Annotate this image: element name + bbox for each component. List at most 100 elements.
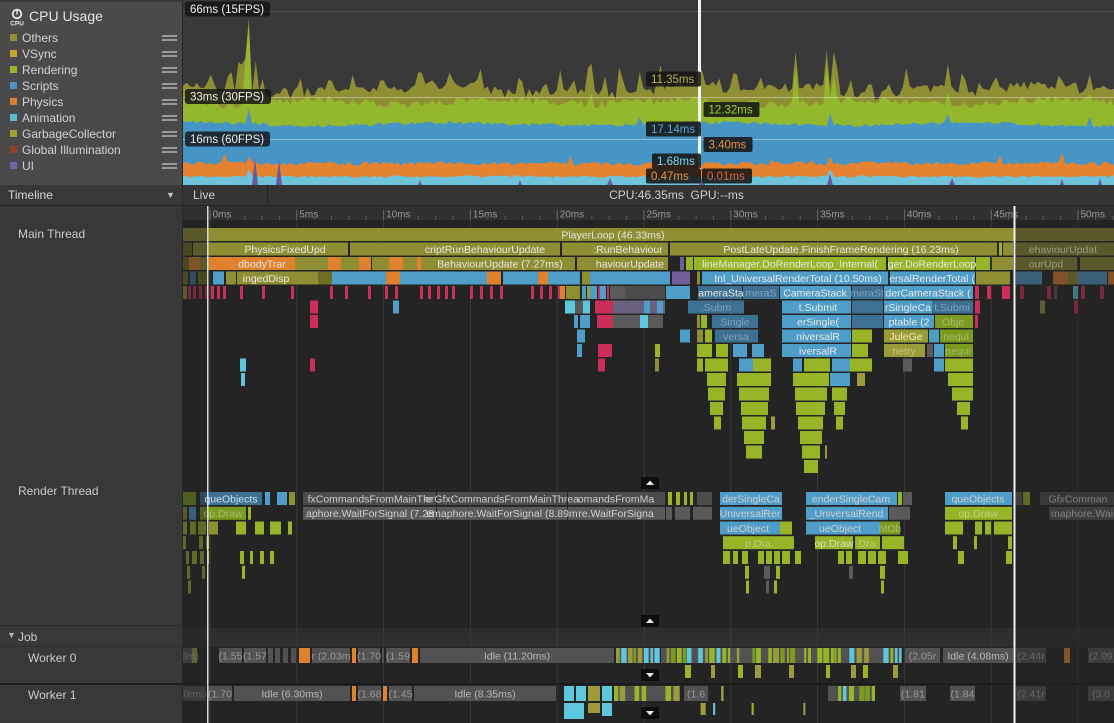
svg-text:queObjects: queObjects [204, 494, 257, 506]
svg-text:Idle (11.20ms): Idle (11.20ms) [484, 651, 550, 663]
svg-text:(1.84: (1.84 [951, 689, 975, 701]
svg-text:nequi: nequi [943, 331, 969, 343]
svg-text:ueObject: ueObject [819, 523, 861, 535]
svg-text:erGfxCommandsFromMainThrea: erGfxCommandsFromMainThrea [425, 494, 579, 506]
svg-text:ameraSta: ameraSta [698, 288, 744, 300]
svg-text:emaphore.WaitForSignal (8.89m: emaphore.WaitForSignal (8.89m [426, 508, 578, 520]
svg-text:meraS: meraS [746, 288, 777, 300]
svg-text:Inl_UniversalRenderTotal (10.5: Inl_UniversalRenderTotal (10.50ms) [714, 273, 882, 285]
svg-text:omandsFromMa: omandsFromMa [578, 494, 655, 506]
svg-text:(2.41r: (2.41r [1017, 689, 1045, 701]
svg-text:ourUpd: ourUpd [1029, 259, 1064, 271]
svg-text:queObjects: queObjects [951, 494, 1004, 506]
svg-text:meraSt: meraSt [850, 288, 884, 300]
svg-text:lineManager.DoRenderLoop_Inter: lineManager.DoRenderLoop_Internal( [702, 259, 878, 271]
svg-text:versa: versa [723, 331, 749, 343]
svg-text:Idle (6.30ms): Idle (6.30ms) [261, 689, 322, 701]
svg-text:12.32ms: 12.32ms [709, 105, 753, 117]
svg-text:16ms (60FPS): 16ms (60FPS) [190, 134, 264, 146]
svg-text:.Subm: .Subm [701, 302, 732, 314]
svg-text:(1.68: (1.68 [358, 689, 382, 701]
svg-text:CPU: CPU [10, 21, 24, 28]
svg-text:1.68ms: 1.68ms [657, 156, 695, 168]
svg-text:criptRunBehaviourUpdate: criptRunBehaviourUpdate [425, 244, 545, 256]
svg-text:66ms (15FPS): 66ms (15FPS) [190, 4, 264, 16]
svg-text:25ms: 25ms [647, 210, 671, 221]
svg-text:0ms: 0ms [213, 210, 232, 221]
svg-text:11.35ms: 11.35ms [651, 74, 695, 86]
svg-text:Single: Single [720, 317, 749, 329]
svg-text:(2.05r: (2.05r [909, 651, 937, 663]
svg-text:33ms (30FPS): 33ms (30FPS) [190, 92, 264, 104]
svg-text:BehaviourUpdate (7.27ms): BehaviourUpdate (7.27ms) [437, 259, 562, 271]
svg-text:Idle (4.08ms): Idle (4.08ms) [947, 651, 1008, 663]
svg-text:UniversalRer: UniversalRer [720, 508, 781, 520]
svg-text:17.14ms: 17.14ms [651, 124, 695, 136]
svg-text:ehaviourUpdat: ehaviourUpdat [1029, 244, 1097, 256]
svg-text:30ms: 30ms [733, 210, 757, 221]
svg-text:nequi: nequi [945, 346, 971, 358]
svg-text:Idle (8.35ms): Idle (8.35ms) [454, 689, 515, 701]
svg-text:(1.45: (1.45 [389, 689, 413, 701]
svg-text:ersalRenderTotal (: ersalRenderTotal ( [889, 273, 975, 285]
svg-text:r (2.03m: r (2.03m [311, 651, 350, 663]
svg-text:op.Draw: op.Draw [958, 508, 998, 520]
svg-text:PlayerLoop (46.33ms): PlayerLoop (46.33ms) [561, 230, 664, 242]
svg-text:(1.6: (1.6 [687, 689, 705, 701]
svg-text:rSingleCa: rSingleCa [885, 302, 931, 314]
svg-text:aphore.WaitForSignal (7.28: aphore.WaitForSignal (7.28 [306, 508, 434, 520]
svg-text:0.47ms: 0.47ms [651, 171, 689, 183]
svg-text:50ms: 50ms [1081, 210, 1105, 221]
svg-text:(1.70: (1.70 [208, 689, 232, 701]
svg-text:(2.44r: (2.44r [1017, 651, 1045, 663]
svg-text:(2.09: (2.09 [1089, 651, 1113, 663]
svg-text:dbodyTrar: dbodyTrar [238, 259, 286, 271]
svg-text:(1.59: (1.59 [386, 651, 410, 663]
svg-text:netry: netry [892, 346, 916, 358]
svg-text:op.Draw: op.Draw [814, 538, 854, 550]
svg-text:JuleGe: JuleGe [889, 331, 922, 343]
svg-text:(1.70: (1.70 [357, 651, 381, 663]
svg-text:(3.0: (3.0 [1092, 689, 1110, 701]
svg-text:Dra: Dra [859, 538, 876, 550]
svg-text:ger.DoRenderLoop: ger.DoRenderLoop [888, 259, 977, 271]
svg-text:haviourUpdate: haviourUpdate [596, 259, 664, 271]
svg-text:ntOb: ntOb [879, 523, 902, 535]
svg-text:Obje: Obje [942, 317, 964, 329]
svg-text:maphore.Wai: maphore.Wai [1051, 508, 1113, 520]
svg-text:t.Submi: t.Submi [934, 302, 970, 314]
svg-text:CameraStack: CameraStack [783, 288, 847, 300]
svg-text::RunBehaviour: :RunBehaviour [593, 244, 663, 256]
svg-text:10ms: 10ms [386, 210, 410, 221]
svg-text:erSingle(: erSingle( [797, 317, 840, 329]
svg-text:3.40ms: 3.40ms [709, 140, 747, 152]
svg-text:40ms: 40ms [907, 210, 931, 221]
svg-text:15ms: 15ms [473, 210, 497, 221]
svg-text:8m): 8m) [183, 651, 199, 663]
svg-text:PhysicsFixedUpd: PhysicsFixedUpd [244, 244, 325, 256]
svg-text:0ms): 0ms) [183, 689, 206, 701]
svg-text:enderSingleCam: enderSingleCam [812, 494, 890, 506]
svg-text:iversalR: iversalR [799, 346, 837, 358]
svg-text:5ms: 5ms [299, 210, 318, 221]
svg-text:GfxComman: GfxComman [1049, 494, 1108, 506]
svg-text:ptable (2: ptable (2 [889, 317, 930, 329]
svg-text:p.Dra: p.Dra [745, 538, 771, 550]
svg-text:derCameraStack (: derCameraStack ( [885, 288, 971, 300]
svg-text:re.WaitForSigna: re.WaitForSigna [578, 508, 654, 520]
svg-text:(1.55: (1.55 [219, 651, 243, 663]
svg-text:op.Draw: op.Draw [203, 508, 243, 520]
svg-text:ueObject: ueObject [727, 523, 769, 535]
svg-text:t.Submit: t.Submit [799, 302, 838, 314]
svg-text:_UniversalRend: _UniversalRend [808, 508, 884, 520]
svg-text:20ms: 20ms [560, 210, 584, 221]
svg-text:ingedDisp: ingedDisp [243, 273, 290, 285]
svg-text:niversalR: niversalR [796, 331, 840, 343]
svg-text:PostLateUpdate.FinishFrameRend: PostLateUpdate.FinishFrameRendering (16.… [723, 244, 958, 256]
svg-text:(1.81: (1.81 [901, 689, 925, 701]
svg-text:0.01ms: 0.01ms [707, 171, 745, 183]
svg-text:(1.57: (1.57 [243, 651, 267, 663]
svg-text:derSingleCa: derSingleCa [722, 494, 780, 506]
svg-text:fxCommandsFromMainThr: fxCommandsFromMainThr [308, 494, 433, 506]
svg-text:35ms: 35ms [820, 210, 844, 221]
